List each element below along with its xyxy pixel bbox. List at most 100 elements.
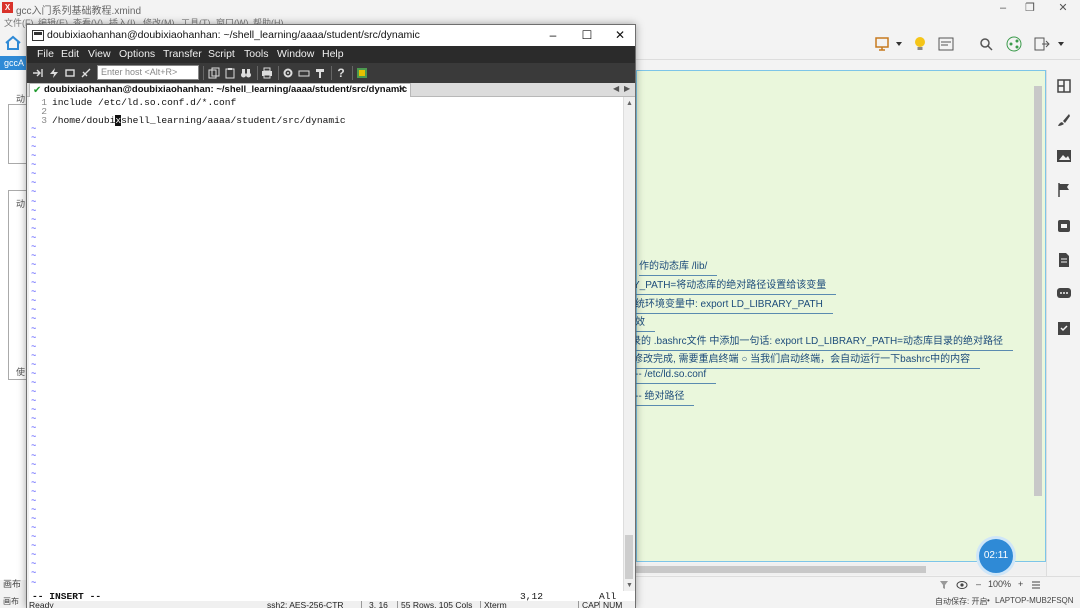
- sftp-icon[interactable]: [313, 66, 327, 80]
- menu-view[interactable]: View: [88, 48, 111, 60]
- securecrt-titlebar[interactable]: doubixiaohanhan@doubixiaohanhan: ~/shell…: [27, 25, 635, 46]
- empty-line-tilde: ~: [31, 577, 37, 588]
- find-icon[interactable]: [239, 66, 253, 80]
- menu-transfer[interactable]: Transfer: [163, 48, 202, 60]
- bullet-separator: •: [987, 596, 990, 605]
- editor-line: 3/home/doubixshell_learning/aaaa/student…: [29, 115, 346, 126]
- topic-fragment: 动: [16, 199, 26, 209]
- menu-window[interactable]: Window: [277, 48, 314, 60]
- topic-fragment: 动: [16, 94, 26, 104]
- flag-icon[interactable]: [1056, 182, 1072, 198]
- zoom-out-button[interactable]: –: [976, 579, 981, 589]
- brush-icon[interactable]: [1056, 112, 1072, 128]
- connect-icon[interactable]: [31, 66, 45, 80]
- xmind-sheet-tab[interactable]: gccA: [0, 56, 27, 70]
- securecrt-toolbar: Enter host <Alt+R> ?: [27, 63, 635, 83]
- zoom-in-button[interactable]: +: [1018, 579, 1023, 589]
- menu-file[interactable]: File: [37, 48, 54, 60]
- script-icon[interactable]: [355, 66, 369, 80]
- comment-icon[interactable]: [1056, 286, 1072, 302]
- menu-script[interactable]: Script: [208, 48, 235, 60]
- securecrt-window[interactable]: doubixiaohanhan@doubixiaohanhan: ~/shell…: [26, 24, 636, 608]
- tab-scroll-left-icon[interactable]: ◀: [613, 84, 619, 93]
- scroll-down-icon[interactable]: ▼: [625, 581, 634, 590]
- status-cap: CAP: [582, 600, 600, 608]
- topic-node[interactable]: Y_PATH=将动态库的绝对路径设置给该变量: [633, 276, 837, 295]
- topic-node[interactable]: -- 绝对路径: [635, 387, 695, 406]
- xmind-minimize-button[interactable]: –: [988, 0, 1018, 16]
- toolbar-separator: [203, 66, 204, 80]
- toolbar-separator: [352, 66, 353, 80]
- share-icon[interactable]: [1006, 36, 1022, 52]
- tab-close-icon[interactable]: ✕: [398, 84, 406, 96]
- eye-icon[interactable]: [956, 580, 968, 590]
- tab-scroll-right-icon[interactable]: ▶: [624, 84, 630, 93]
- task-icon[interactable]: [1056, 320, 1072, 336]
- notes-icon[interactable]: [1056, 252, 1072, 268]
- copy-icon[interactable]: [207, 66, 221, 80]
- topic-fragment: 使: [16, 367, 26, 377]
- quick-connect-icon[interactable]: [47, 66, 61, 80]
- menu-tools[interactable]: Tools: [244, 48, 269, 60]
- menu-edit[interactable]: Edit: [61, 48, 79, 60]
- chevron-down-icon[interactable]: [894, 36, 904, 52]
- terminal-icon: [32, 30, 44, 41]
- scroll-up-icon[interactable]: ▲: [625, 99, 634, 108]
- xmind-right-panel: [1046, 70, 1080, 580]
- autosave-status: 自动保存: 开启: [935, 597, 988, 606]
- topic-node[interactable]: 修改完成, 需要重启终端 ○ 当我们启动终端，会自动运行一下bashrc中的内容: [633, 350, 981, 369]
- editor-line: 1 include /etc/ld.so.conf.d/*.conf: [29, 98, 236, 108]
- mindmap-canvas[interactable]: 作的动态库 /lib/ Y_PATH=将动态库的绝对路径设置给该变量 统环境变量…: [631, 70, 1046, 562]
- search-icon[interactable]: [978, 36, 994, 52]
- xmind-titlebar: X gcc入门系列基础教程.xmind – ❐ ✕: [0, 0, 1080, 17]
- xmind-close-button[interactable]: ✕: [1048, 0, 1078, 16]
- xmind-left-canvas: 动 动 使: [0, 70, 28, 580]
- session-tab-bar: ✔ doubixiaohanhan@doubixiaohanhan: ~/she…: [27, 83, 635, 97]
- topic-node[interactable]: 统环境变量中: export LD_LIBRARY_PATH: [635, 295, 833, 314]
- topic-text: 修改完成, 需要重启终端 ○ 当我们启动终端，会自动运行一下bashrc中的内容: [633, 354, 971, 365]
- export-icon[interactable]: [1034, 36, 1050, 52]
- lightbulb-icon[interactable]: [912, 36, 928, 52]
- machine-name: LAPTOP-MUB2FSQN: [995, 596, 1074, 605]
- keymap-icon[interactable]: [297, 66, 311, 80]
- menu-help[interactable]: Help: [322, 48, 344, 60]
- topic-node[interactable]: 效: [635, 313, 655, 332]
- scrollbar-thumb[interactable]: [625, 535, 633, 579]
- chevron-down-icon[interactable]: [1056, 36, 1066, 52]
- securecrt-menubar: File Edit View Options Transfer Script T…: [27, 46, 635, 63]
- host-input[interactable]: Enter host <Alt+R>: [97, 65, 199, 80]
- xmind-window-title: gcc入门系列基础教程.xmind: [16, 6, 142, 17]
- home-icon[interactable]: [4, 34, 22, 52]
- filter-icon[interactable]: [939, 580, 949, 590]
- menu-options[interactable]: Options: [119, 48, 155, 60]
- disconnect-icon[interactable]: [79, 66, 93, 80]
- connected-check-icon: ✔: [33, 85, 42, 96]
- canvas-vertical-scrollbar[interactable]: [1032, 72, 1044, 562]
- topic-node[interactable]: 作的动态库 /lib/: [639, 257, 718, 276]
- format-icon[interactable]: [1056, 78, 1072, 94]
- paste-icon[interactable]: [223, 66, 237, 80]
- session-tab[interactable]: ✔ doubixiaohanhan@doubixiaohanhan: ~/she…: [29, 83, 411, 97]
- close-button[interactable]: ✕: [603, 25, 637, 46]
- xmind-bottom-bar: – 100% +: [636, 576, 1080, 592]
- securecrt-status-bar: Ready ssh2: AES-256-CTR 3, 16 55 Rows, 1…: [27, 600, 635, 608]
- settings-icon[interactable]: [281, 66, 295, 80]
- terminal-scrollbar[interactable]: ▲ ▼: [623, 97, 634, 591]
- terminal-area[interactable]: 1 include /etc/ld.so.conf.d/*.conf 2 3/ho…: [29, 97, 623, 591]
- menu-icon[interactable]: [1031, 580, 1041, 590]
- maximize-button[interactable]: ☐: [570, 25, 604, 46]
- sticker-icon[interactable]: [1056, 218, 1072, 234]
- image-icon[interactable]: [1056, 148, 1072, 164]
- reconnect-icon[interactable]: [63, 66, 77, 80]
- topic-node[interactable]: 录的 .bashrc文件 中添加一句话: export LD_LIBRARY_P…: [631, 332, 1014, 351]
- print-icon[interactable]: [260, 66, 274, 80]
- line-text: /home/doubi: [52, 115, 116, 126]
- insert-topic-icon[interactable]: [874, 36, 890, 52]
- outline-view-icon[interactable]: [938, 36, 954, 52]
- timer-badge[interactable]: 02:11: [979, 539, 1013, 573]
- status-left: 画布: [3, 597, 19, 606]
- topic-node[interactable]: -- /etc/ld.so.conf: [635, 369, 717, 384]
- xmind-maximize-button[interactable]: ❐: [1015, 0, 1045, 16]
- minimize-button[interactable]: –: [536, 25, 570, 46]
- help-icon[interactable]: ?: [334, 66, 348, 80]
